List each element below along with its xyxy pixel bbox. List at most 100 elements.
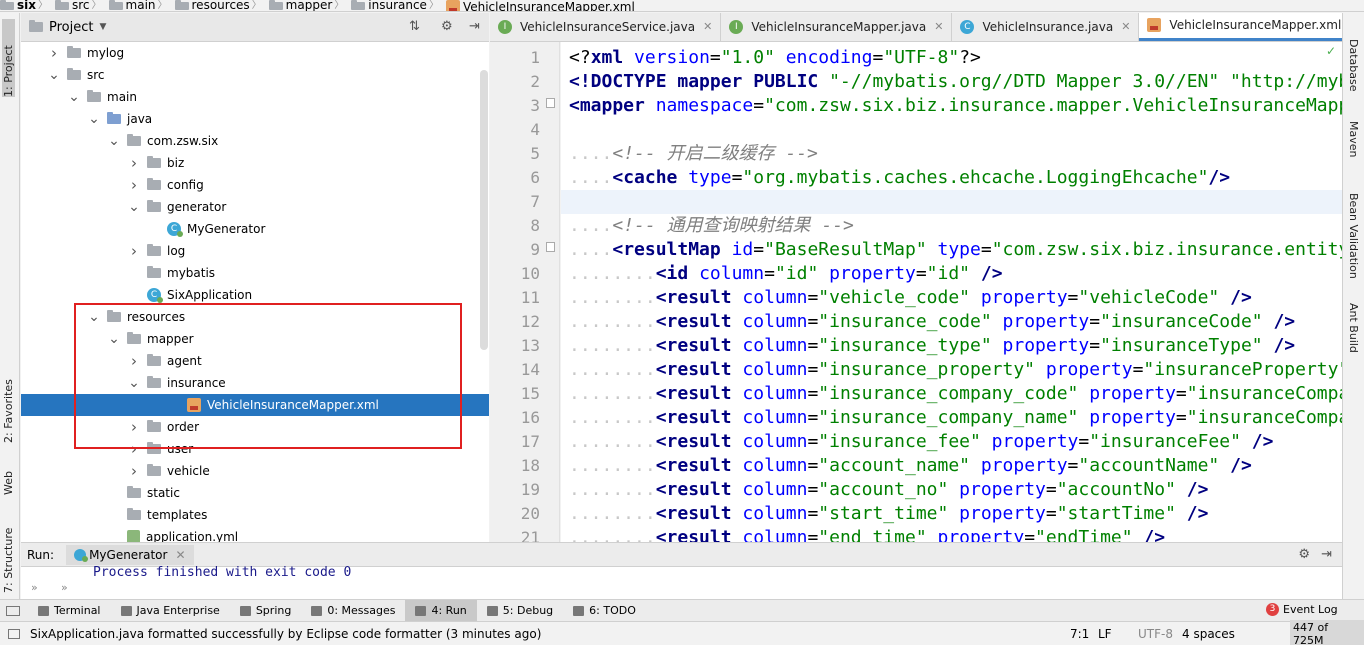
event-log-tab[interactable]: 3 Event Log (1266, 603, 1338, 616)
close-icon[interactable]: ✕ (703, 20, 712, 33)
tree-item[interactable]: ⌄ src (21, 64, 489, 86)
tree-item[interactable]: ⌄ generator (21, 196, 489, 218)
cursor-position[interactable]: 7:1 (1070, 627, 1089, 641)
editor-tab[interactable]: I VehicleInsuranceMapper.java ✕ (721, 13, 953, 41)
code-line[interactable]: ........<result column="start_time" prop… (561, 502, 1342, 526)
expand-right-icon[interactable]: » (61, 581, 68, 594)
tree-item[interactable]: templates (21, 504, 489, 526)
breadcrumb-item[interactable]: main 〉 (108, 0, 175, 11)
chevron-down-icon[interactable]: ⌄ (107, 134, 121, 148)
tree-item[interactable]: static (21, 482, 489, 504)
code-line[interactable]: <mapper namespace="com.zsw.six.biz.insur… (561, 94, 1342, 118)
indent-setting[interactable]: 4 spaces (1182, 627, 1235, 641)
memory-indicator[interactable]: 447 of 725M (1290, 619, 1364, 645)
chevron-right-icon[interactable]: › (127, 462, 141, 480)
hide-icon[interactable]: ⇥ (469, 19, 480, 34)
bottom-tool-tab[interactable]: 6: TODO (563, 600, 646, 622)
chevron-right-icon[interactable]: › (47, 44, 61, 62)
tree-item[interactable]: › mylog (21, 42, 489, 64)
code-line[interactable]: ........<result column="insurance_proper… (561, 358, 1342, 382)
code-line[interactable]: ....<resultMap id="BaseResultMap" type="… (561, 238, 1342, 262)
fold-marker-icon[interactable] (546, 242, 555, 252)
bottom-tool-tab[interactable]: 4: Run (405, 599, 477, 622)
code-line[interactable]: ........<result column="insurance_code" … (561, 310, 1342, 334)
tree-item[interactable]: ⌄ java (21, 108, 489, 130)
chevron-down-icon[interactable]: ⌄ (127, 200, 141, 214)
chevron-right-icon[interactable]: › (127, 242, 141, 260)
bottom-tool-tab[interactable]: 0: Messages (301, 600, 405, 622)
close-icon[interactable]: ✕ (175, 548, 185, 562)
code-line[interactable]: ........<result column="insurance_compan… (561, 382, 1342, 406)
code-line[interactable]: ........<result column="vehicle_code" pr… (561, 286, 1342, 310)
code-line[interactable]: ........<result column="account_name" pr… (561, 454, 1342, 478)
code-line[interactable]: <?xml version="1.0" encoding="UTF-8"?> (561, 46, 1342, 70)
inspection-ok-icon[interactable]: ✓ (1326, 44, 1336, 58)
breadcrumb-item[interactable]: VehicleInsuranceMapper.xml (445, 0, 639, 11)
collapse-all-icon[interactable]: ⇅ (409, 19, 420, 34)
tree-item[interactable]: ⌄ main (21, 86, 489, 108)
code-line[interactable]: ........<result column="end_time" proper… (561, 526, 1342, 542)
breadcrumb-item[interactable]: insurance 〉 (351, 0, 446, 11)
chevron-right-icon[interactable]: › (127, 176, 141, 194)
code-line[interactable]: ....<!-- 通用查询映射结果 --> (561, 214, 1342, 238)
code-line[interactable]: ........<id column="id" property="id" /> (561, 262, 1342, 286)
run-config-tab[interactable]: MyGenerator ✕ (66, 544, 194, 565)
breadcrumb-item[interactable]: resources 〉 (174, 0, 269, 11)
tree-item[interactable]: mybatis (21, 262, 489, 284)
tree-item[interactable]: ⌄ com.zsw.six (21, 130, 489, 152)
code-editor[interactable]: <?xml version="1.0" encoding="UTF-8"?> <!… (561, 42, 1342, 542)
code-line[interactable]: ........<result column="insurance_type" … (561, 334, 1342, 358)
code-line[interactable]: ....<!-- 开启二级缓存 --> (561, 142, 1342, 166)
tree-scrollbar[interactable] (480, 70, 488, 350)
code-line[interactable]: ........<result column="insurance_fee" p… (561, 430, 1342, 454)
editor-tab[interactable]: VehicleInsuranceMapper.xml✕ (1139, 13, 1342, 41)
editor-tab[interactable]: I VehicleInsuranceService.java ✕ (490, 13, 722, 41)
bottom-tool-tab[interactable]: Terminal (28, 600, 111, 622)
database-tool-tab[interactable]: Database (1347, 39, 1360, 99)
bottom-tool-tab[interactable]: Spring (230, 600, 302, 622)
tree-item[interactable]: › log (21, 240, 489, 262)
tree-item[interactable]: › config (21, 174, 489, 196)
structure-tool-tab[interactable]: 7: Structure (2, 513, 15, 593)
bean-validation-tool-tab[interactable]: Bean Validation (1347, 193, 1360, 293)
chevron-down-icon[interactable]: ⌄ (47, 68, 61, 82)
code-line[interactable]: <!DOCTYPE mapper PUBLIC "-//mybatis.org/… (561, 70, 1342, 94)
fold-marker-icon[interactable] (546, 98, 555, 108)
file-encoding[interactable]: UTF-8 (1138, 627, 1173, 641)
bottom-tool-tab[interactable]: 5: Debug (477, 600, 563, 622)
project-panel-title[interactable]: Project (49, 20, 93, 35)
gear-icon[interactable]: ⚙ (441, 19, 453, 34)
chevron-down-icon[interactable]: ▼ (99, 22, 106, 32)
breadcrumb-item[interactable]: six 〉 (0, 0, 55, 11)
web-tool-tab[interactable]: Web (2, 455, 15, 495)
status-toggle-icon[interactable] (8, 628, 20, 639)
favorites-tool-tab[interactable]: 2: Favorites (2, 363, 15, 443)
line-separator[interactable]: LF (1098, 627, 1112, 641)
gear-icon[interactable]: ⚙ (1298, 547, 1310, 562)
expand-left-icon[interactable]: » (31, 581, 38, 594)
chevron-right-icon[interactable]: › (127, 154, 141, 172)
breadcrumb-item[interactable]: mapper 〉 (268, 0, 352, 11)
code-line[interactable] (561, 190, 1342, 214)
status-message[interactable]: SixApplication.java formatted successful… (30, 627, 541, 641)
project-tool-tab[interactable]: 1: Project (2, 19, 15, 97)
bottom-tool-tab[interactable]: Java Enterprise (111, 600, 230, 622)
tree-item[interactable]: application.yml (21, 526, 489, 542)
ant-build-tool-tab[interactable]: Ant Build (1347, 303, 1360, 363)
code-line[interactable]: ........<result column="insurance_compan… (561, 406, 1342, 430)
tree-item[interactable]: › biz (21, 152, 489, 174)
code-line[interactable] (561, 118, 1342, 142)
maven-tool-tab[interactable]: Maven (1347, 121, 1360, 171)
breadcrumb-item[interactable]: src 〉 (55, 0, 109, 11)
editor-tab[interactable]: C VehicleInsurance.java ✕ (952, 13, 1140, 41)
close-icon[interactable]: ✕ (934, 20, 943, 33)
toggle-tool-windows-icon[interactable] (6, 605, 20, 616)
hide-icon[interactable]: ⇥ (1321, 547, 1332, 562)
close-icon[interactable]: ✕ (1121, 20, 1130, 33)
code-line[interactable]: ........<result column="account_no" prop… (561, 478, 1342, 502)
tree-item[interactable]: C MyGenerator (21, 218, 489, 240)
chevron-down-icon[interactable]: ⌄ (87, 112, 101, 126)
tree-item[interactable]: › vehicle (21, 460, 489, 482)
chevron-down-icon[interactable]: ⌄ (67, 90, 81, 104)
code-line[interactable]: ....<cache type="org.mybatis.caches.ehca… (561, 166, 1342, 190)
